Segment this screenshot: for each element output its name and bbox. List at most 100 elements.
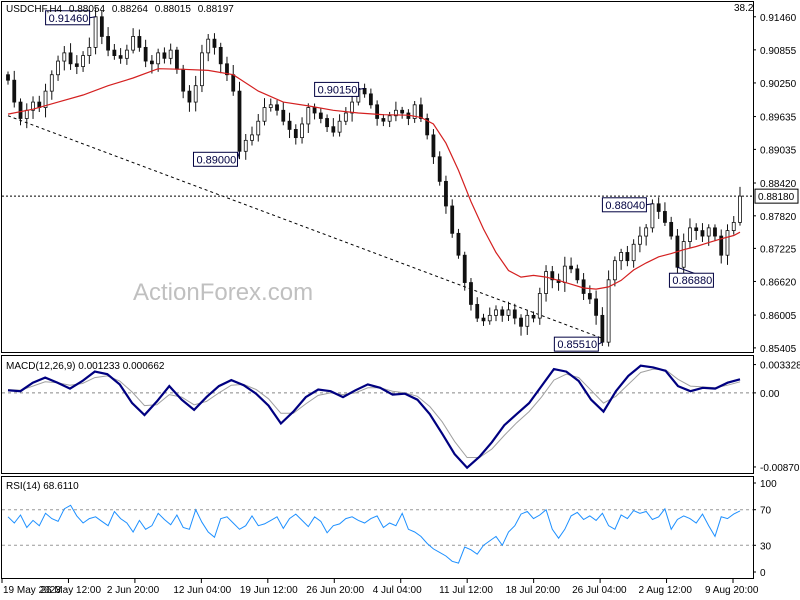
macd-tick-label: -0.008707 xyxy=(760,463,800,474)
candle-body xyxy=(531,314,536,319)
candle-body xyxy=(738,195,742,223)
candle-body xyxy=(331,126,336,133)
candle-body xyxy=(118,55,123,59)
candle-body xyxy=(181,68,186,92)
candle-body xyxy=(350,101,355,114)
candle-body xyxy=(431,134,436,158)
candle-body xyxy=(462,254,467,283)
candle-body xyxy=(256,120,261,136)
price-sma-layer xyxy=(7,68,741,290)
candle-body xyxy=(575,268,580,281)
price-tick-label: 0.90250 xyxy=(760,79,797,90)
callout-label: 0.88040 xyxy=(605,200,645,212)
candle-body xyxy=(656,203,661,212)
time-tick-label: 26 Jun 20:00 xyxy=(306,585,364,596)
rsi-tick-label: 70 xyxy=(760,506,772,517)
price-tick-label: 0.88420 xyxy=(760,179,797,190)
time-tick-label: 26 Jul 04:00 xyxy=(572,585,627,596)
time-tick-label: 4 Jul 04:00 xyxy=(373,585,422,596)
price-tick-label: 0.86620 xyxy=(760,277,797,288)
candle-body xyxy=(681,241,686,268)
candle-body xyxy=(437,156,442,182)
fib-level-label: 38.2 xyxy=(734,3,754,14)
candle-body xyxy=(537,293,542,319)
candle-body xyxy=(625,252,630,262)
candle-body xyxy=(12,79,17,103)
price-title: USDCHF,H4 0.88054 0.88264 0.88015 0.8819… xyxy=(6,4,234,15)
macd-main-line xyxy=(7,364,741,470)
candle-body xyxy=(287,120,292,130)
candle-body xyxy=(49,74,54,92)
candle-body xyxy=(87,46,92,56)
macd-tick-label: 0.003328 xyxy=(760,361,800,372)
rsi-tick-label: 100 xyxy=(760,479,777,490)
candle-body xyxy=(612,260,617,281)
candle-body xyxy=(400,109,405,114)
candle-body xyxy=(281,109,286,122)
candle-body xyxy=(162,52,167,59)
current-price-label: 0.88180 xyxy=(758,192,795,203)
candle-body xyxy=(262,107,267,122)
candle-body xyxy=(168,49,173,59)
candle-body xyxy=(725,230,730,256)
candle-body xyxy=(300,123,304,139)
price-tick-label: 0.91460 xyxy=(760,13,797,24)
candle-body xyxy=(112,49,117,56)
candle-body xyxy=(381,118,386,122)
candle-body xyxy=(18,101,23,119)
macd-tick-label: 0.00 xyxy=(760,389,780,400)
candle-body xyxy=(24,109,29,119)
candle-body xyxy=(475,304,480,319)
candle-body xyxy=(688,227,692,242)
candle-body xyxy=(318,112,323,119)
candle-body xyxy=(444,180,448,207)
rsi-grid xyxy=(2,509,753,546)
candle-body xyxy=(606,279,611,343)
candle-body xyxy=(306,107,311,125)
callout-label: 0.89000 xyxy=(196,154,236,166)
chart-root: ActionForex.com 0.91460 0.89000 0.90150 0.8… xyxy=(1,1,800,596)
candle-body xyxy=(375,104,380,119)
callout-connector xyxy=(598,341,603,345)
candle-body xyxy=(469,282,473,305)
callout-label: 0.86880 xyxy=(672,275,712,287)
candle-body xyxy=(569,265,573,270)
candle-body xyxy=(325,118,329,128)
candle-body xyxy=(500,309,505,316)
symbol-label: USDCHF,H4 xyxy=(6,4,63,15)
time-tick-label: 11 Jul 12:00 xyxy=(439,585,493,596)
ohlc-high: 0.88264 xyxy=(112,4,149,15)
candle-body xyxy=(243,139,248,152)
candle-body xyxy=(175,49,179,70)
candle-body xyxy=(519,317,523,327)
watermark-text: ActionForex.com xyxy=(133,279,313,306)
ohlc-open: 0.88054 xyxy=(69,4,106,15)
candle-body xyxy=(268,104,273,108)
candle-body xyxy=(631,243,636,262)
candle-body xyxy=(512,309,517,319)
candle-body xyxy=(149,60,154,65)
rsi-tick-label: 30 xyxy=(760,541,772,552)
candle-body xyxy=(694,227,699,231)
time-tick-label: 19 Jun 12:00 xyxy=(240,585,298,596)
candle-body xyxy=(600,314,605,343)
rsi-label: RSI(14) 68.6110 xyxy=(6,481,79,492)
macd-lines xyxy=(7,364,741,470)
candle-body xyxy=(124,49,129,59)
candle-body xyxy=(212,38,217,48)
time-tick-label: 26 May 12:00 xyxy=(40,585,101,596)
candle-body xyxy=(137,36,142,48)
candle-body xyxy=(506,309,511,316)
candle-body xyxy=(206,38,211,54)
candle-body xyxy=(419,104,423,119)
time-axis: 19 May 202326 May 12:00 2 Jun 20:00 12 Jun… xyxy=(1,579,759,596)
candle-body xyxy=(663,211,667,223)
rsi-panel-frame xyxy=(1,476,754,579)
candle-body xyxy=(713,227,717,237)
candle-body xyxy=(731,221,736,231)
candle-body xyxy=(131,36,136,51)
time-tick-label: 18 Jul 20:00 xyxy=(506,585,561,596)
price-tick-label: 0.87225 xyxy=(760,244,797,255)
candle-body xyxy=(650,203,655,229)
callout-label: 0.90150 xyxy=(318,84,358,96)
